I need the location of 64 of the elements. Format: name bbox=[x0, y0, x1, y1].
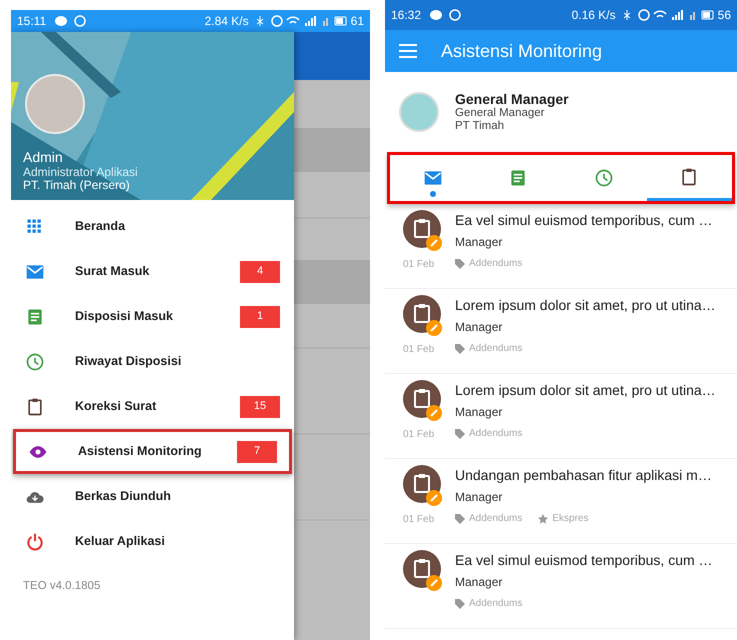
clipboard-avatar-icon bbox=[403, 380, 443, 422]
star-icon bbox=[538, 514, 548, 524]
menu-item[interactable]: Surat Masuk 4 bbox=[13, 249, 292, 294]
menu-item[interactable]: Disposisi Masuk 1 bbox=[13, 294, 292, 339]
battery-level: 61 bbox=[350, 13, 364, 30]
count-badge: 15 bbox=[240, 396, 280, 418]
message-date: 01 Feb bbox=[403, 343, 436, 357]
message-sender: Manager bbox=[455, 404, 504, 421]
menu-item[interactable]: Keluar Aplikasi bbox=[13, 519, 292, 564]
network-speed: 2.84 K/s bbox=[204, 13, 249, 30]
user-name: General Manager bbox=[455, 92, 569, 108]
app-title: Asistensi Monitoring bbox=[441, 40, 602, 63]
message-sender: Manager bbox=[455, 234, 504, 251]
message-title[interactable]: Lorem ipsum dolor sit amet, pro ut utina… bbox=[455, 380, 733, 401]
user-role: General Manager bbox=[455, 107, 546, 120]
user-company: PT Timah bbox=[455, 120, 505, 132]
message-tag: Addendums bbox=[469, 511, 522, 526]
message-tag: Addendums bbox=[469, 596, 522, 611]
message-title[interactable]: Ea vel simul euismod temporibus, cum … bbox=[455, 550, 733, 571]
clock-icon bbox=[25, 352, 45, 372]
user-role: Administrator Aplikasi bbox=[23, 166, 138, 179]
clipboard-avatar-icon bbox=[403, 210, 443, 252]
clipboard-avatar-icon bbox=[403, 295, 443, 337]
message-title[interactable]: Lorem ipsum dolor sit amet, pro ut utina… bbox=[455, 295, 733, 316]
menu-item[interactable]: Riwayat Disposisi bbox=[13, 339, 292, 384]
menu-icon[interactable] bbox=[399, 44, 417, 58]
count-badge: 7 bbox=[237, 440, 277, 462]
tag-icon bbox=[455, 514, 465, 524]
tag-icon bbox=[455, 428, 465, 438]
clipboard-avatar-icon bbox=[403, 550, 443, 592]
tag-icon bbox=[455, 258, 465, 268]
clipboard-avatar-icon bbox=[403, 465, 443, 507]
count-badge: 4 bbox=[240, 260, 280, 282]
menu-item[interactable]: Beranda bbox=[13, 204, 292, 249]
clock-icon bbox=[594, 168, 614, 188]
message-tag: Addendums bbox=[469, 256, 522, 271]
message-tag: Ekspres bbox=[552, 511, 588, 526]
avatar bbox=[399, 92, 439, 132]
message-sender: Manager bbox=[455, 489, 504, 506]
status-time: 15:11 bbox=[17, 13, 46, 30]
battery-level: 56 bbox=[718, 7, 731, 24]
message-tag: Addendums bbox=[469, 341, 522, 356]
message-date: 01 Feb bbox=[403, 428, 436, 442]
network-speed: 0.16 K/s bbox=[572, 7, 616, 24]
menu-item[interactable]: Berkas Diunduh bbox=[13, 474, 292, 519]
notification-icons bbox=[54, 15, 88, 27]
message-sender: Manager bbox=[455, 319, 504, 336]
message-date: 01 Feb bbox=[403, 513, 436, 527]
version-label: TEO v4.0.1805 bbox=[22, 579, 102, 594]
message-title[interactable]: Undangan pembahasan fitur aplikasi m… bbox=[455, 465, 733, 486]
menu-item[interactable]: Asistensi Monitoring 7 bbox=[13, 429, 292, 474]
message-title[interactable]: Ea vel simul euismod temporibus, cum … bbox=[455, 210, 733, 231]
user-name: Admin bbox=[23, 150, 64, 166]
status-time: 16:32 bbox=[391, 7, 422, 24]
message-date: 01 Feb bbox=[403, 258, 436, 272]
menu-item[interactable]: Koreksi Surat 15 bbox=[13, 384, 292, 429]
tag-icon bbox=[455, 598, 465, 608]
user-company: PT. Timah (Persero) bbox=[23, 178, 130, 192]
power-icon bbox=[25, 532, 45, 552]
notification-icons bbox=[429, 9, 464, 21]
count-badge: 1 bbox=[240, 306, 280, 328]
tag-icon bbox=[455, 344, 465, 354]
message-sender: Manager bbox=[455, 574, 504, 591]
message-tag: Addendums bbox=[469, 426, 522, 441]
